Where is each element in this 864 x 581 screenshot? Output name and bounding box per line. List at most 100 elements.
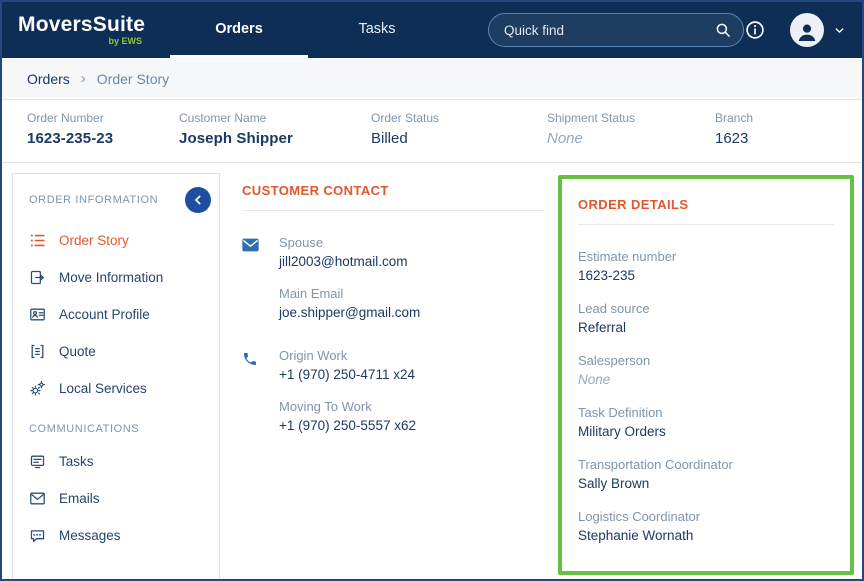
detail-label: Logistics Coordinator xyxy=(578,509,834,524)
summary-label: Shipment Status xyxy=(547,111,715,125)
account-profile-icon xyxy=(29,306,46,323)
info-button[interactable] xyxy=(744,19,766,41)
detail-field-estimate-number: Estimate number 1623-235 xyxy=(578,249,834,283)
summary-value: Billed xyxy=(371,130,547,147)
sidebar-item-label: Account Profile xyxy=(59,307,150,322)
sidebar-item-label: Local Services xyxy=(59,381,147,396)
search-icon[interactable] xyxy=(714,21,732,39)
detail-field-lead-source: Lead source Referral xyxy=(578,301,834,335)
summary-order-status: Order Status Billed xyxy=(371,111,547,162)
sidebar-item-messages[interactable]: Messages xyxy=(13,517,219,554)
detail-label: Salesperson xyxy=(578,353,834,368)
detail-label: Lead source xyxy=(578,301,834,316)
summary-label: Customer Name xyxy=(179,111,371,125)
order-details-title: ORDER DETAILS xyxy=(578,189,834,225)
sidebar: ORDER INFORMATION Order Story Move Infor… xyxy=(12,173,220,579)
contact-entry-text: Spouse jill2003@hotmail.com xyxy=(279,235,408,269)
annotation-highlight-box: ORDER DETAILS Estimate number 1623-235 L… xyxy=(558,175,854,575)
detail-value: Stephanie Wornath xyxy=(578,528,834,543)
summary-shipment-status: Shipment Status None xyxy=(547,111,715,162)
app-window: MoversSuite by EWS Orders Tasks xyxy=(0,0,864,581)
sidebar-item-account-profile[interactable]: Account Profile xyxy=(13,296,219,333)
sidebar-item-order-story[interactable]: Order Story xyxy=(13,222,219,259)
quote-icon xyxy=(29,343,46,360)
contact-label: Main Email xyxy=(279,286,420,301)
local-services-icon xyxy=(29,380,46,397)
user-menu[interactable] xyxy=(790,13,846,47)
contact-entry-text: Moving To Work +1 (970) 250-5557 x62 xyxy=(279,399,416,433)
order-details-fields: Estimate number 1623-235 Lead source Ref… xyxy=(578,225,834,543)
order-story-icon xyxy=(29,232,46,249)
icon-spacer xyxy=(242,399,279,433)
top-navbar: MoversSuite by EWS Orders Tasks xyxy=(2,2,862,58)
detail-field-transportation-coordinator: Transportation Coordinator Sally Brown xyxy=(578,457,834,491)
sidebar-item-emails[interactable]: Emails xyxy=(13,480,219,517)
detail-value: 1623-235 xyxy=(578,268,834,283)
sidebar-section-communications: COMMUNICATIONS xyxy=(13,407,219,443)
detail-value: Sally Brown xyxy=(578,476,834,491)
quick-find xyxy=(488,13,744,47)
move-information-icon xyxy=(29,269,46,286)
tab-tasks-label: Tasks xyxy=(358,21,395,37)
sidebar-item-label: Tasks xyxy=(59,454,94,469)
detail-label: Transportation Coordinator xyxy=(578,457,834,472)
icon-spacer xyxy=(242,286,279,320)
sidebar-item-label: Quote xyxy=(59,344,96,359)
logo-subtext: by EWS xyxy=(108,36,142,46)
quick-find-input[interactable] xyxy=(488,13,744,47)
customer-contact-title: CUSTOMER CONTACT xyxy=(242,175,544,211)
contact-entry-text: Main Email joe.shipper@gmail.com xyxy=(279,286,420,320)
messages-icon xyxy=(29,527,46,544)
tasks-icon xyxy=(29,453,46,470)
content-area: ORDER INFORMATION Order Story Move Infor… xyxy=(2,163,862,579)
contact-value: joe.shipper@gmail.com xyxy=(279,305,420,320)
summary-label: Branch xyxy=(715,111,753,125)
phone-icon xyxy=(242,348,279,382)
info-icon xyxy=(744,19,766,41)
chevron-left-icon xyxy=(190,192,206,208)
contact-entry-main-email: Main Email joe.shipper@gmail.com xyxy=(242,286,544,320)
tab-orders[interactable]: Orders xyxy=(170,2,308,58)
customer-contact-section: CUSTOMER CONTACT Spouse jill2003@hotmail… xyxy=(242,175,544,579)
sidebar-item-label: Messages xyxy=(59,528,121,543)
breadcrumb-orders[interactable]: Orders xyxy=(27,71,70,87)
sidebar-section-order-information: ORDER INFORMATION xyxy=(29,194,158,206)
breadcrumb-separator-icon: › xyxy=(81,70,86,87)
tab-orders-label: Orders xyxy=(215,21,263,37)
logo-text: MoversSuite xyxy=(18,14,170,36)
sidebar-collapse-button[interactable] xyxy=(185,187,211,213)
order-details-section: ORDER DETAILS Estimate number 1623-235 L… xyxy=(558,175,854,579)
contact-value: +1 (970) 250-4711 x24 xyxy=(279,367,415,382)
contact-value: +1 (970) 250-5557 x62 xyxy=(279,418,416,433)
sidebar-item-tasks[interactable]: Tasks xyxy=(13,443,219,480)
avatar-icon xyxy=(790,13,824,47)
detail-value: None xyxy=(578,372,834,387)
detail-label: Task Definition xyxy=(578,405,834,420)
contact-entry-origin-work: Origin Work +1 (970) 250-4711 x24 xyxy=(242,348,544,382)
contact-entry-moving-to-work: Moving To Work +1 (970) 250-5557 x62 xyxy=(242,399,544,433)
detail-value: Referral xyxy=(578,320,834,335)
tab-tasks[interactable]: Tasks xyxy=(308,2,446,58)
sidebar-item-quote[interactable]: Quote xyxy=(13,333,219,370)
emails-icon xyxy=(29,490,46,507)
customer-contact-entries: Spouse jill2003@hotmail.com Main Email j… xyxy=(242,211,544,433)
order-summary-bar: Order Number 1623-235-23 Customer Name J… xyxy=(2,100,862,163)
detail-field-logistics-coordinator: Logistics Coordinator Stephanie Wornath xyxy=(578,509,834,543)
contact-entry-text: Origin Work +1 (970) 250-4711 x24 xyxy=(279,348,415,382)
navbar-actions xyxy=(744,2,862,58)
contact-label: Origin Work xyxy=(279,348,415,363)
sidebar-item-label: Order Story xyxy=(59,233,129,248)
email-icon xyxy=(242,235,279,269)
sidebar-item-move-information[interactable]: Move Information xyxy=(13,259,219,296)
summary-label: Order Status xyxy=(371,111,547,125)
detail-value: Military Orders xyxy=(578,424,834,439)
sidebar-item-local-services[interactable]: Local Services xyxy=(13,370,219,407)
chevron-down-icon xyxy=(833,24,846,37)
contact-label: Moving To Work xyxy=(279,399,416,414)
app-logo: MoversSuite by EWS xyxy=(2,2,170,58)
contact-entry-spouse: Spouse jill2003@hotmail.com xyxy=(242,235,544,269)
sidebar-header: ORDER INFORMATION xyxy=(13,174,219,222)
summary-label: Order Number xyxy=(27,111,179,125)
sidebar-item-label: Emails xyxy=(59,491,100,506)
sidebar-item-label: Move Information xyxy=(59,270,163,285)
